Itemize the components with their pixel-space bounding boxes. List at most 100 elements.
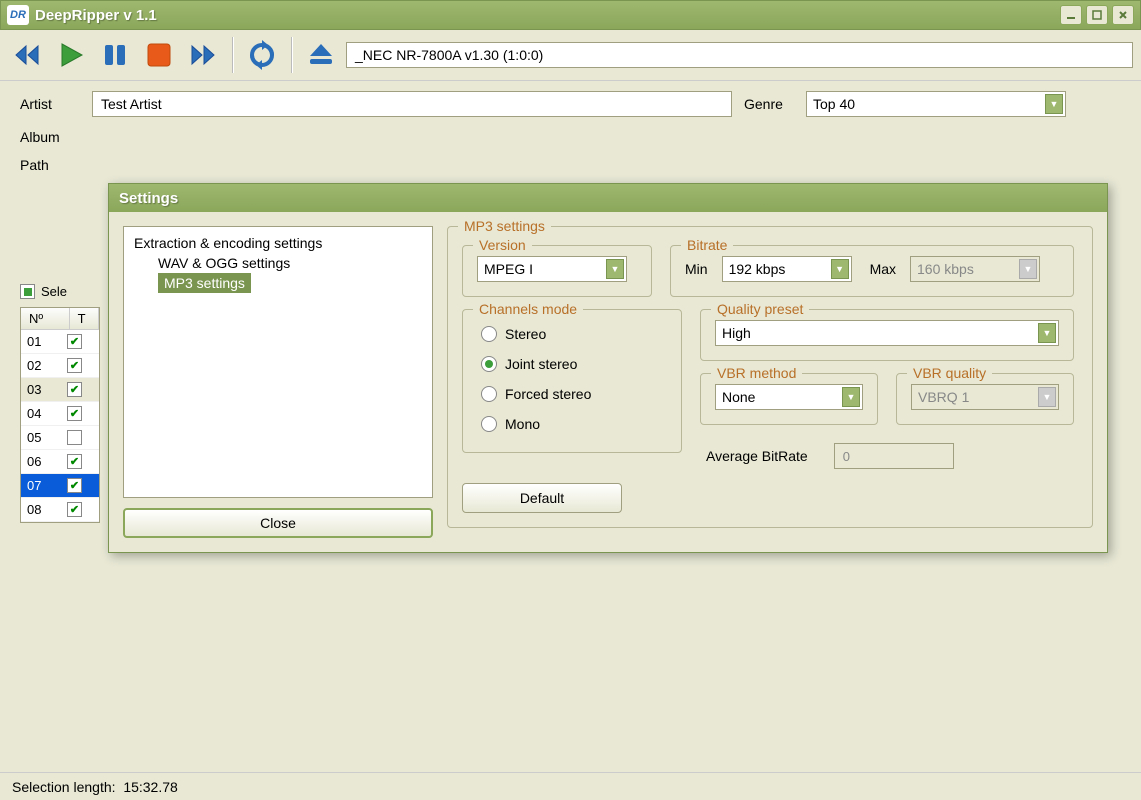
close-button[interactable]: Close xyxy=(123,508,433,538)
vbr-quality-fieldset: VBR quality VBRQ 1 ▼ xyxy=(896,373,1074,425)
select-label: Sele xyxy=(41,284,67,299)
quality-dropdown[interactable]: High ▼ xyxy=(715,320,1059,346)
album-label: Album xyxy=(20,129,80,145)
genre-value: Top 40 xyxy=(813,96,855,112)
drive-field[interactable]: _NEC NR-7800A v1.30 (1:0:0) xyxy=(346,42,1133,68)
mp3-legend: MP3 settings xyxy=(458,218,551,234)
pause-button[interactable] xyxy=(96,36,134,74)
path-label: Path xyxy=(20,157,80,173)
col-t[interactable]: T xyxy=(70,308,99,329)
statusbar: Selection length: 15:32.78 xyxy=(0,772,1141,800)
track-checkbox[interactable]: ✔ xyxy=(67,454,82,469)
track-num: 08 xyxy=(27,502,67,517)
track-checkbox[interactable] xyxy=(67,430,82,445)
vbr-method-dropdown[interactable]: None ▼ xyxy=(715,384,863,410)
maximize-button[interactable] xyxy=(1086,5,1108,25)
app-icon: DR xyxy=(7,5,29,25)
genre-dropdown[interactable]: Top 40 ▼ xyxy=(806,91,1066,117)
track-num: 03 xyxy=(27,382,67,397)
radio-mono[interactable]: Mono xyxy=(481,416,663,432)
chevron-down-icon: ▼ xyxy=(1019,259,1037,279)
track-row[interactable]: 04✔ xyxy=(21,402,99,426)
settings-dialog: Settings Extraction & encoding settings … xyxy=(108,183,1108,553)
track-checkbox[interactable]: ✔ xyxy=(67,358,82,373)
chevron-down-icon: ▼ xyxy=(1045,94,1063,114)
bitrate-fieldset: Bitrate Min 192 kbps ▼ Max 160 kbps ▼ xyxy=(670,245,1074,297)
track-checkbox[interactable]: ✔ xyxy=(67,334,82,349)
bitrate-min-label: Min xyxy=(685,261,708,277)
vbr-method-legend: VBR method xyxy=(711,365,802,381)
default-button[interactable]: Default xyxy=(462,483,622,513)
track-row[interactable]: 03✔ xyxy=(21,378,99,402)
selection-length-value: 15:32.78 xyxy=(123,779,178,795)
track-num: 04 xyxy=(27,406,67,421)
stereo-label: Stereo xyxy=(505,326,546,342)
radio-stereo[interactable]: Stereo xyxy=(481,326,663,342)
track-checkbox[interactable]: ✔ xyxy=(67,406,82,421)
select-all-checkbox[interactable] xyxy=(20,284,35,299)
minimize-button[interactable] xyxy=(1060,5,1082,25)
settings-tree[interactable]: Extraction & encoding settings WAV & OGG… xyxy=(123,226,433,498)
bitrate-max-value: 160 kbps xyxy=(917,261,974,277)
track-num: 06 xyxy=(27,454,67,469)
version-dropdown[interactable]: MPEG I ▼ xyxy=(477,256,627,282)
artist-input[interactable] xyxy=(92,91,732,117)
mono-label: Mono xyxy=(505,416,540,432)
chevron-down-icon: ▼ xyxy=(606,259,624,279)
artist-label: Artist xyxy=(20,96,80,112)
track-row[interactable]: 01✔ xyxy=(21,330,99,354)
track-row[interactable]: 02✔ xyxy=(21,354,99,378)
toolbar: _NEC NR-7800A v1.30 (1:0:0) xyxy=(0,30,1141,81)
avg-bitrate-label: Average BitRate xyxy=(706,448,808,464)
avg-bitrate-value: 0 xyxy=(834,443,954,469)
radio-forced-stereo[interactable]: Forced stereo xyxy=(481,386,663,402)
track-row[interactable]: 06✔ xyxy=(21,450,99,474)
chevron-down-icon: ▼ xyxy=(1038,387,1056,407)
track-checkbox[interactable]: ✔ xyxy=(67,502,82,517)
next-track-button[interactable] xyxy=(184,36,222,74)
close-button[interactable] xyxy=(1112,5,1134,25)
previous-track-button[interactable] xyxy=(8,36,46,74)
radio-icon xyxy=(481,386,497,402)
tree-wav-ogg[interactable]: WAV & OGG settings xyxy=(130,253,426,273)
channels-legend: Channels mode xyxy=(473,301,583,317)
radio-icon xyxy=(481,356,497,372)
dialog-title: Settings xyxy=(109,184,1107,212)
bitrate-min-value: 192 kbps xyxy=(729,261,786,277)
chevron-down-icon: ▼ xyxy=(842,387,860,407)
mp3-fieldset: MP3 settings Version MPEG I ▼ Bitrate Mi… xyxy=(447,226,1093,528)
track-row[interactable]: 07✔ xyxy=(21,474,99,498)
stop-button[interactable] xyxy=(140,36,178,74)
chevron-down-icon: ▼ xyxy=(831,259,849,279)
radio-icon xyxy=(481,416,497,432)
track-checkbox[interactable]: ✔ xyxy=(67,478,82,493)
track-num: 01 xyxy=(27,334,67,349)
refresh-button[interactable] xyxy=(243,36,281,74)
radio-icon xyxy=(481,326,497,342)
track-checkbox[interactable]: ✔ xyxy=(67,382,82,397)
col-num[interactable]: Nº xyxy=(21,308,70,329)
table-area: Sele Nº T 01✔02✔03✔04✔0506✔07✔08✔ xyxy=(0,284,120,523)
vbr-method-fieldset: VBR method None ▼ xyxy=(700,373,878,425)
vbr-method-value: None xyxy=(722,389,755,405)
track-row[interactable]: 05 xyxy=(21,426,99,450)
play-button[interactable] xyxy=(52,36,90,74)
selection-length-label: Selection length: xyxy=(12,779,116,795)
vbr-quality-legend: VBR quality xyxy=(907,365,992,381)
bitrate-min-dropdown[interactable]: 192 kbps ▼ xyxy=(722,256,852,282)
forced-label: Forced stereo xyxy=(505,386,591,402)
app-title: DeepRipper v 1.1 xyxy=(35,7,1060,24)
bitrate-max-dropdown: 160 kbps ▼ xyxy=(910,256,1040,282)
tree-root[interactable]: Extraction & encoding settings xyxy=(130,233,426,253)
track-table: Nº T 01✔02✔03✔04✔0506✔07✔08✔ xyxy=(20,307,100,523)
quality-legend: Quality preset xyxy=(711,301,809,317)
eject-button[interactable] xyxy=(302,36,340,74)
genre-label: Genre xyxy=(744,96,794,112)
vbr-quality-dropdown: VBRQ 1 ▼ xyxy=(911,384,1059,410)
track-row[interactable]: 08✔ xyxy=(21,498,99,522)
tree-mp3[interactable]: MP3 settings xyxy=(158,273,251,293)
bitrate-legend: Bitrate xyxy=(681,237,733,253)
radio-joint-stereo[interactable]: Joint stereo xyxy=(481,356,663,372)
titlebar: DR DeepRipper v 1.1 xyxy=(0,0,1141,30)
joint-label: Joint stereo xyxy=(505,356,577,372)
